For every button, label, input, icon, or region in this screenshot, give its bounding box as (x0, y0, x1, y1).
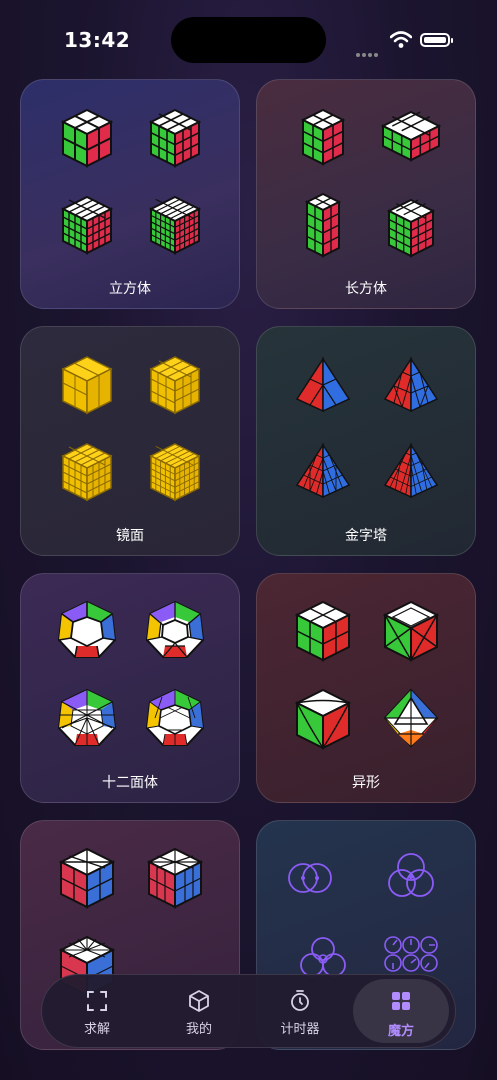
status-bar: 13:42 (0, 0, 497, 80)
status-time: 13:42 (64, 28, 131, 52)
cube-3x3-icon (149, 108, 201, 168)
ivy-cube-icon (295, 688, 351, 750)
megaminx-icon (57, 600, 117, 658)
megaminx-variant-icon (145, 600, 205, 658)
cube-2x2-icon (61, 108, 113, 168)
tab-mine[interactable]: 我的 (154, 975, 244, 1047)
square-one-icon (59, 847, 115, 909)
two-circle-puzzle-icon (288, 863, 332, 893)
pyramid-4-icon (295, 443, 351, 499)
fto-icon (383, 688, 439, 748)
category-card-cube[interactable]: 立方体 (20, 79, 240, 309)
mirror-4x4-icon (61, 443, 113, 502)
cube-icon (189, 990, 209, 1012)
cellular-signal-icon (356, 42, 380, 61)
category-label: 长方体 (345, 281, 387, 297)
cuboid-3x3x4-icon (387, 198, 435, 258)
category-label: 十二面体 (102, 775, 158, 791)
pyramid-5-icon (383, 443, 439, 499)
category-label: 立方体 (109, 281, 151, 297)
tab-label: 魔方 (387, 1024, 414, 1039)
pyramid-2-icon (295, 357, 351, 413)
cuboid-3x3x2-icon (381, 110, 441, 162)
pyramid-3-icon (383, 357, 439, 413)
category-card-mirror[interactable]: 镜面 (20, 326, 240, 556)
mirror-2x2-icon (61, 356, 113, 415)
gigaminx-icon (57, 688, 117, 746)
skewb-icon (295, 600, 351, 662)
tab-puzzles[interactable]: 魔方 (353, 979, 449, 1043)
stopwatch-icon (291, 990, 309, 1011)
tab-label: 计时器 (280, 1022, 320, 1037)
square-two-icon (147, 847, 203, 909)
three-circle-puzzle-icon (388, 853, 434, 897)
category-label: 金字塔 (345, 528, 387, 544)
tab-timer[interactable]: 计时器 (255, 975, 345, 1047)
category-card-odd-shaped[interactable]: 异形 (256, 573, 476, 803)
scan-icon (87, 991, 107, 1011)
tab-label: 求解 (83, 1022, 110, 1037)
category-card-pyramid[interactable]: 金字塔 (256, 326, 476, 556)
cube-4x4-icon (61, 195, 113, 255)
cube-5x5-icon (149, 195, 201, 255)
wifi-icon (390, 31, 412, 48)
cuboid-2x2x3-icon (301, 108, 345, 166)
battery-icon (420, 33, 453, 47)
tab-solve[interactable]: 求解 (52, 975, 142, 1047)
grid-icon (392, 992, 410, 1010)
category-label: 镜面 (116, 528, 144, 544)
mirror-5x5-icon (149, 443, 201, 502)
category-card-dodecahedron[interactable]: 十二面体 (20, 573, 240, 803)
mirror-3x3-icon (149, 356, 201, 415)
teraminx-icon (145, 688, 205, 746)
category-card-cuboid[interactable]: 长方体 (256, 79, 476, 309)
cuboid-2x2x4-icon (305, 192, 341, 258)
diamond-skewb-icon (383, 600, 439, 662)
tab-bar: 求解 我的 计时器 魔方 (41, 974, 456, 1048)
category-label: 异形 (352, 775, 380, 791)
dynamic-island (171, 17, 326, 63)
tab-label: 我的 (185, 1022, 212, 1037)
